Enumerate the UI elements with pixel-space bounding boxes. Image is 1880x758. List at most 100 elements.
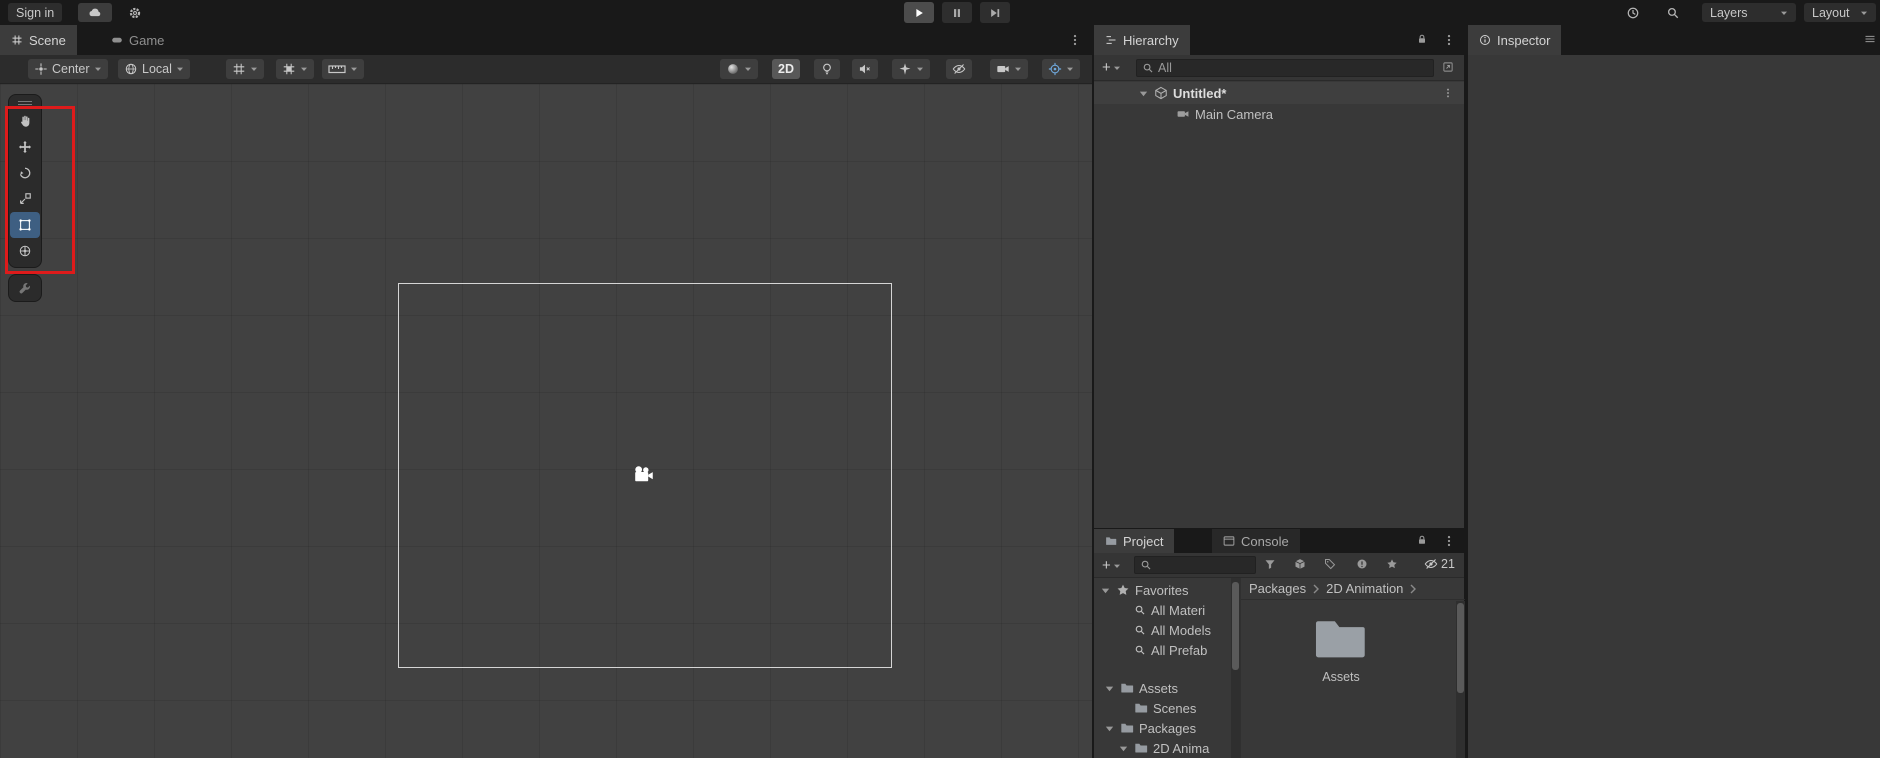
hierarchy-list-icon [1105, 34, 1117, 46]
grid-snapping-dropdown[interactable] [276, 59, 314, 79]
sign-in-button[interactable]: Sign in [8, 3, 63, 22]
inspector-menu-icon[interactable] [1864, 33, 1876, 45]
project-body: Favorites All Materi All Models All Pref… [1094, 578, 1465, 758]
scene-panel-menu-icon[interactable] [1068, 33, 1082, 47]
draw-mode-dropdown[interactable] [720, 59, 758, 79]
tab-project[interactable]: Project [1094, 529, 1175, 553]
hierarchy-lock-icon[interactable] [1416, 33, 1428, 45]
layout-dropdown[interactable]: Layout [1804, 3, 1876, 22]
breadcrumb-item[interactable]: Packages [1249, 581, 1306, 596]
light-bulb-icon [820, 62, 834, 76]
tab-console[interactable]: Console [1212, 529, 1300, 553]
alert-icon[interactable] [1356, 558, 1368, 570]
search-by-label-icon[interactable] [1324, 558, 1336, 570]
project-lock-icon[interactable] [1416, 534, 1428, 546]
tab-hierarchy[interactable]: Hierarchy [1094, 25, 1190, 55]
hidden-packages-toggle[interactable]: 21 [1424, 557, 1455, 571]
tab-game[interactable]: Game [100, 25, 175, 55]
favorites-row[interactable]: Favorites [1100, 580, 1230, 600]
undo-history-button[interactable] [1620, 3, 1646, 22]
grid-visibility-dropdown[interactable] [226, 59, 264, 79]
big-folder-icon [1315, 616, 1367, 660]
content-item-label: Assets [1322, 670, 1360, 684]
scene-lighting-toggle[interactable] [814, 59, 840, 79]
pivot-mode-dropdown[interactable]: Center [28, 59, 108, 79]
search-icon [1134, 644, 1146, 656]
effects-dropdown[interactable] [892, 59, 930, 79]
tree-row-packages[interactable]: Packages [1104, 718, 1230, 738]
favorite-search-row[interactable]: All Prefab [1134, 640, 1230, 660]
globe-icon [124, 62, 138, 76]
custom-tools-button[interactable] [8, 274, 42, 302]
scene-audio-toggle[interactable] [852, 59, 878, 79]
camera-icon [996, 62, 1010, 76]
scene-view-toolbar: Center Local 2D [0, 55, 1092, 84]
settings-gear-button[interactable] [122, 3, 148, 22]
scene-visibility-toggle[interactable] [946, 59, 972, 79]
hierarchy-search-input[interactable]: All [1136, 59, 1434, 77]
scene-viewport[interactable] [0, 84, 1092, 758]
content-scrollbar-thumb[interactable] [1457, 603, 1464, 693]
2d-mode-toggle[interactable]: 2D [772, 59, 800, 79]
tree-scrollbar-thumb[interactable] [1232, 582, 1239, 670]
gizmos-dropdown[interactable] [1042, 59, 1080, 79]
chevron-down-icon [1780, 9, 1788, 17]
folder-icon [1134, 741, 1148, 755]
tree-scrollbar[interactable] [1231, 578, 1240, 758]
chevron-down-icon [744, 65, 752, 73]
global-search-button[interactable] [1660, 3, 1686, 22]
project-menu-icon[interactable] [1442, 534, 1456, 548]
tab-project-label: Project [1123, 533, 1164, 549]
foldout-open-icon [1138, 88, 1149, 99]
tree-row-assets[interactable]: Assets [1104, 678, 1230, 698]
tab-console-label: Console [1241, 533, 1289, 549]
content-scrollbar[interactable] [1456, 601, 1465, 758]
camera-settings-dropdown[interactable] [990, 59, 1028, 79]
breadcrumb-item[interactable]: 2D Animation [1326, 581, 1403, 596]
project-add-button[interactable]: + [1102, 557, 1121, 574]
play-button[interactable] [904, 2, 934, 23]
console-icon [1223, 535, 1235, 547]
handle-orientation-dropdown[interactable]: Local [118, 59, 190, 79]
snap-increment-dropdown[interactable] [322, 59, 364, 79]
cloud-button[interactable] [78, 3, 112, 22]
scene-row-menu-icon[interactable] [1442, 87, 1454, 99]
project-toolbar: + 21 [1094, 553, 1464, 578]
step-icon [988, 6, 1002, 20]
layers-dropdown[interactable]: Layers [1702, 3, 1796, 22]
camera-object-icon [1176, 107, 1190, 121]
favorite-search-label: All Prefab [1151, 642, 1208, 658]
step-button[interactable] [980, 2, 1010, 23]
sign-in-label: Sign in [16, 5, 55, 20]
search-funnel-icon[interactable] [1264, 558, 1276, 570]
hierarchy-menu-icon[interactable] [1442, 33, 1456, 47]
tab-scene-label: Scene [29, 32, 66, 48]
tab-scene[interactable]: Scene [0, 25, 77, 55]
camera-gizmo-icon[interactable] [630, 462, 656, 488]
hierarchy-scene-row[interactable]: Untitled* [1094, 82, 1464, 104]
favorite-search-row[interactable]: All Materi [1134, 600, 1230, 620]
content-item-folder[interactable]: Assets [1305, 616, 1377, 684]
hierarchy-item-main-camera[interactable]: Main Camera [1094, 104, 1464, 124]
tree-row-2d-animation[interactable]: 2D Anima [1118, 738, 1230, 758]
favorite-star-icon[interactable] [1386, 558, 1398, 570]
folder-icon [1134, 701, 1148, 715]
favorite-search-row[interactable]: All Models [1134, 620, 1230, 640]
unity-scene-icon [1154, 86, 1168, 100]
hierarchy-add-button[interactable]: + [1102, 59, 1121, 76]
pause-button[interactable] [942, 2, 972, 23]
foldout-open-icon [1100, 585, 1111, 596]
shaded-sphere-icon [726, 62, 740, 76]
pivot-label: Center [52, 62, 90, 76]
chevron-down-icon [1113, 64, 1121, 72]
tab-hierarchy-label: Hierarchy [1123, 32, 1179, 48]
tab-inspector[interactable]: Inspector [1468, 25, 1562, 55]
search-by-type-icon[interactable] [1294, 558, 1306, 570]
chevron-down-icon [176, 65, 184, 73]
tree-row-scenes[interactable]: Scenes [1134, 698, 1230, 718]
eye-crossed-icon [952, 62, 966, 76]
open-search-icon[interactable] [1442, 61, 1454, 73]
project-search-input[interactable] [1134, 556, 1256, 574]
layers-label: Layers [1710, 5, 1748, 20]
history-icon [1626, 6, 1640, 20]
